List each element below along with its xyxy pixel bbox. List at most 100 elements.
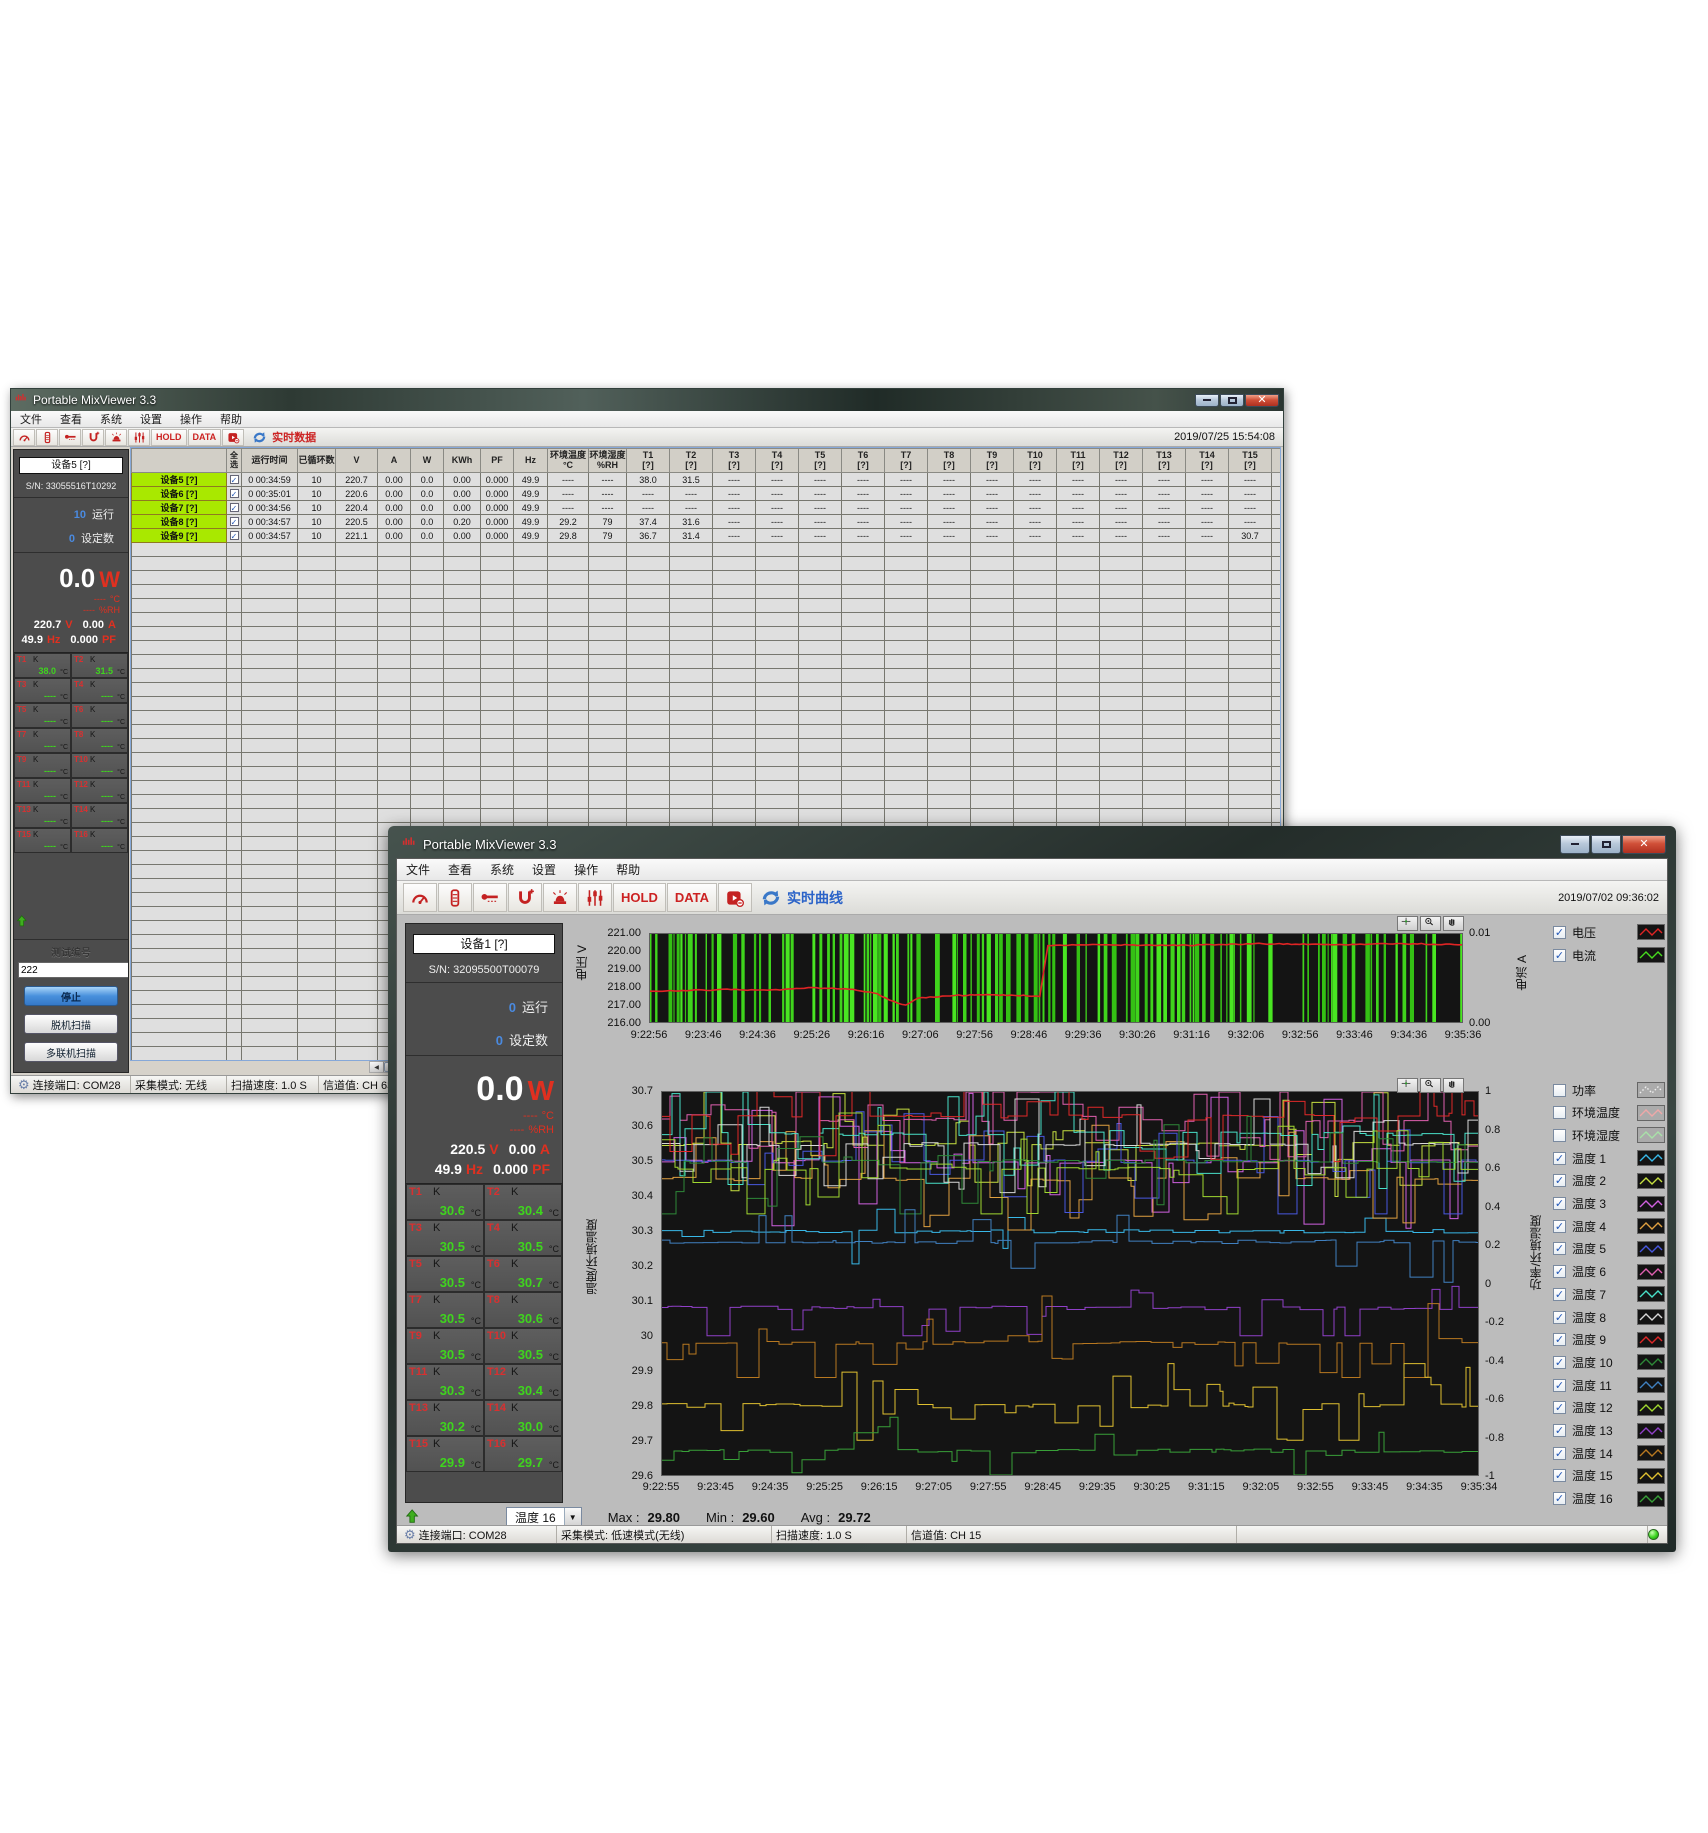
- legend-checkbox[interactable]: ✓: [1553, 1152, 1566, 1165]
- column-header[interactable]: PF: [481, 449, 514, 473]
- data-button[interactable]: DATA: [667, 883, 717, 912]
- legend-checkbox[interactable]: ✓: [1553, 1197, 1566, 1210]
- hand-tool-button[interactable]: [1443, 1078, 1464, 1093]
- column-header[interactable]: 运行时间: [242, 449, 298, 473]
- legend-checkbox[interactable]: ✓: [1553, 1492, 1566, 1505]
- column-header[interactable]: 环境湿度 %RH: [589, 449, 627, 473]
- sliders-button[interactable]: [128, 429, 150, 446]
- hourglass-button[interactable]: [438, 883, 472, 912]
- close-button[interactable]: ✕: [1245, 394, 1279, 407]
- siren-button[interactable]: [543, 883, 577, 912]
- zoom-tool-button[interactable]: [1420, 1078, 1441, 1093]
- menu-item[interactable]: 文件: [11, 411, 51, 427]
- device-name-cell[interactable]: 设备9 [?]: [132, 529, 227, 543]
- column-header[interactable]: Hz: [514, 449, 548, 473]
- siren-button[interactable]: [105, 429, 127, 446]
- column-header[interactable]: T7 [?]: [885, 449, 928, 473]
- column-header[interactable]: T5 [?]: [799, 449, 842, 473]
- column-header[interactable]: T11 [?]: [1057, 449, 1100, 473]
- menu-item[interactable]: 帮助: [211, 411, 251, 427]
- column-header[interactable]: T14 [?]: [1186, 449, 1229, 473]
- hold-button[interactable]: HOLD: [613, 883, 666, 912]
- gauge-button[interactable]: [403, 883, 437, 912]
- voltage-current-chart[interactable]: [649, 933, 1463, 1023]
- maximize-button[interactable]: [1220, 394, 1244, 407]
- minimize-button[interactable]: [1195, 394, 1219, 407]
- close-button[interactable]: ✕: [1622, 835, 1666, 854]
- menu-item[interactable]: 帮助: [607, 861, 649, 878]
- table-row[interactable]: 设备7 [?]✓0 00:34:5610220.40.000.00.000.00…: [132, 501, 1282, 515]
- column-header[interactable]: T16 [?]: [1272, 449, 1282, 473]
- table-row[interactable]: 设备6 [?]✓0 00:35:0110220.60.000.00.000.00…: [132, 487, 1282, 501]
- front-titlebar[interactable]: Portable MixViewer 3.3 ✕: [396, 826, 1668, 858]
- legend-checkbox[interactable]: ✓: [1553, 949, 1566, 962]
- column-header[interactable]: T4 [?]: [756, 449, 799, 473]
- menu-item[interactable]: 系统: [91, 411, 131, 427]
- menu-item[interactable]: 设置: [131, 411, 171, 427]
- menu-item[interactable]: 查看: [439, 861, 481, 878]
- table-row[interactable]: 设备8 [?]✓0 00:34:5710220.50.000.00.200.00…: [132, 515, 1282, 529]
- legend-checkbox[interactable]: [1553, 1106, 1566, 1119]
- column-header[interactable]: 已循环数: [298, 449, 336, 473]
- menu-item[interactable]: 操作: [171, 411, 211, 427]
- legend-checkbox[interactable]: ✓: [1553, 1424, 1566, 1437]
- device-name-box[interactable]: 设备5 [?]: [19, 457, 123, 474]
- legend-checkbox[interactable]: ✓: [1553, 1401, 1566, 1414]
- column-header[interactable]: T6 [?]: [842, 449, 885, 473]
- row-checkbox[interactable]: ✓: [230, 475, 239, 484]
- menu-item[interactable]: 设置: [523, 861, 565, 878]
- legend-checkbox[interactable]: ✓: [1553, 1265, 1566, 1278]
- column-header[interactable]: V: [336, 449, 378, 473]
- back-titlebar[interactable]: Portable MixViewer 3.3 ✕: [11, 389, 1283, 411]
- hourglass-button[interactable]: [36, 429, 58, 446]
- table-row[interactable]: 设备5 [?]✓0 00:34:5910220.70.000.00.000.00…: [132, 473, 1282, 487]
- menu-item[interactable]: 查看: [51, 411, 91, 427]
- row-checkbox-cell[interactable]: ✓: [227, 529, 242, 543]
- row-checkbox-cell[interactable]: ✓: [227, 487, 242, 501]
- crosshair-tool-button[interactable]: [1397, 1078, 1418, 1093]
- gauge-button[interactable]: [13, 429, 35, 446]
- column-header[interactable]: A: [378, 449, 411, 473]
- refresh-icon[interactable]: [759, 886, 783, 910]
- thermometer-button[interactable]: [473, 883, 507, 912]
- row-checkbox-cell[interactable]: ✓: [227, 501, 242, 515]
- legend-checkbox[interactable]: ✓: [1553, 1469, 1566, 1482]
- row-checkbox[interactable]: ✓: [230, 489, 239, 498]
- data-button[interactable]: DATA: [188, 429, 222, 446]
- legend-checkbox[interactable]: [1553, 1084, 1566, 1097]
- column-header[interactable]: W: [411, 449, 444, 473]
- column-header[interactable]: T8 [?]: [928, 449, 971, 473]
- legend-checkbox[interactable]: ✓: [1553, 1288, 1566, 1301]
- row-checkbox[interactable]: ✓: [230, 503, 239, 512]
- sliders-button[interactable]: [578, 883, 612, 912]
- legend-checkbox[interactable]: ✓: [1553, 1242, 1566, 1255]
- test-number-input[interactable]: [18, 962, 129, 978]
- thermometer-button[interactable]: [59, 429, 81, 446]
- maximize-button[interactable]: [1591, 835, 1621, 854]
- legend-checkbox[interactable]: ✓: [1553, 926, 1566, 939]
- channel-selector[interactable]: 温度 16 ▼: [506, 1507, 582, 1527]
- column-header[interactable]: T3 [?]: [713, 449, 756, 473]
- row-checkbox[interactable]: ✓: [230, 517, 239, 526]
- chevron-down-icon[interactable]: ▼: [564, 1508, 581, 1526]
- stop-button[interactable]: 停止: [24, 986, 118, 1006]
- temperature-chart[interactable]: [661, 1091, 1479, 1476]
- row-checkbox-cell[interactable]: ✓: [227, 473, 242, 487]
- row-checkbox[interactable]: ✓: [230, 531, 239, 540]
- magnet-button[interactable]: [508, 883, 542, 912]
- scroll-left-arrow-icon[interactable]: ◀: [370, 1062, 384, 1072]
- legend-checkbox[interactable]: ✓: [1553, 1356, 1566, 1369]
- legend-checkbox[interactable]: ✓: [1553, 1447, 1566, 1460]
- row-checkbox-cell[interactable]: ✓: [227, 515, 242, 529]
- column-header[interactable]: T15 [?]: [1229, 449, 1272, 473]
- magnet-button[interactable]: [82, 429, 104, 446]
- crosshair-tool-button[interactable]: [1397, 916, 1418, 931]
- table-row[interactable]: 设备9 [?]✓0 00:34:5710221.10.000.00.000.00…: [132, 529, 1282, 543]
- legend-checkbox[interactable]: ✓: [1553, 1311, 1566, 1324]
- menu-item[interactable]: 系统: [481, 861, 523, 878]
- device-name-cell[interactable]: 设备7 [?]: [132, 501, 227, 515]
- legend-checkbox[interactable]: [1553, 1129, 1566, 1142]
- column-header[interactable]: T10 [?]: [1014, 449, 1057, 473]
- device-name-cell[interactable]: 设备6 [?]: [132, 487, 227, 501]
- column-header[interactable]: KWh: [444, 449, 481, 473]
